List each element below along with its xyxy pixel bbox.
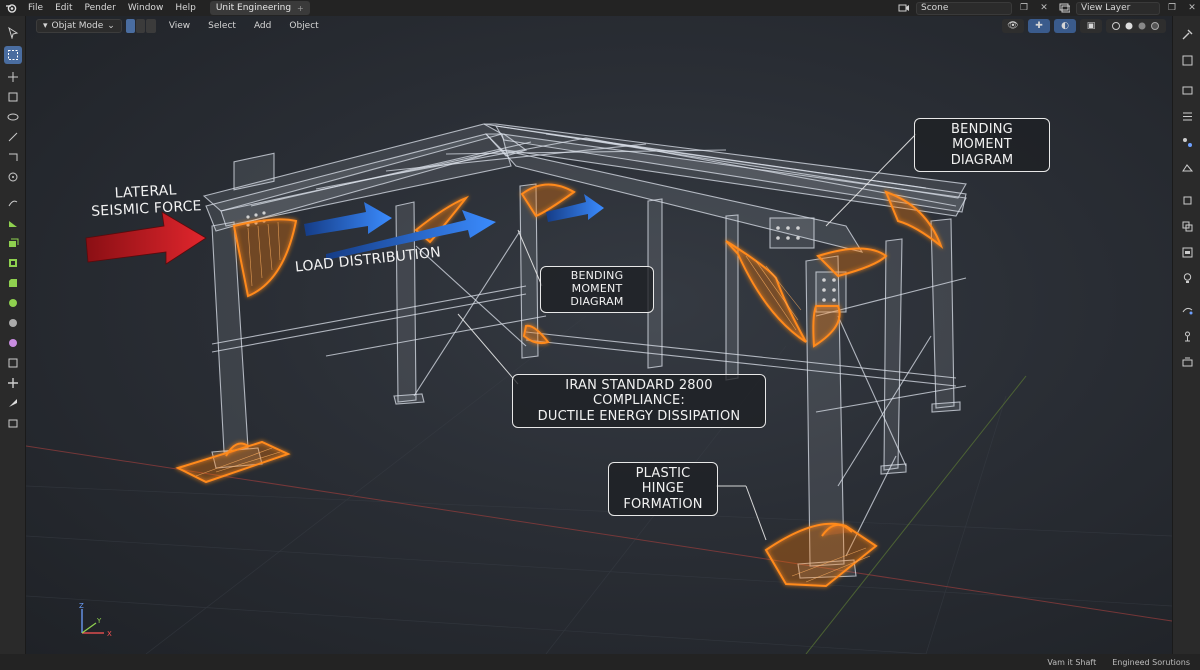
menu-view[interactable]: View bbox=[164, 21, 195, 31]
menu-object[interactable]: Object bbox=[284, 21, 323, 31]
world-properties-icon[interactable] bbox=[1177, 158, 1197, 178]
viewport-header: ▾ Objat Mode ⌄ View Select Add Object 👁 … bbox=[26, 16, 1172, 36]
add-cube-icon[interactable] bbox=[4, 214, 22, 232]
shear-tool-icon[interactable] bbox=[4, 414, 22, 432]
scene-icon[interactable] bbox=[896, 2, 912, 15]
render-properties-icon[interactable] bbox=[1177, 50, 1197, 70]
axis-gizmo[interactable]: Z X Y bbox=[74, 601, 118, 641]
menu-select[interactable]: Select bbox=[203, 21, 241, 31]
object-properties-icon[interactable] bbox=[1177, 190, 1197, 210]
right-toolbar bbox=[1172, 16, 1200, 654]
poly-build-icon[interactable] bbox=[4, 334, 22, 352]
visibility-icon[interactable]: 👁 bbox=[1002, 19, 1024, 33]
iran-standard-callout: IRAN STANDARD 2800 COMPLIANCE: DUCTILE E… bbox=[512, 374, 766, 428]
move-tool-icon[interactable] bbox=[4, 68, 22, 86]
overlay-toggle-icon[interactable]: ◐ bbox=[1054, 19, 1076, 33]
left-toolbar bbox=[0, 16, 26, 654]
measure-tool-icon[interactable] bbox=[4, 148, 22, 166]
cursor-3d-icon[interactable] bbox=[4, 168, 22, 186]
data-properties-icon[interactable] bbox=[1177, 352, 1197, 372]
scene-selector[interactable]: Scone bbox=[916, 1, 1012, 15]
knife-tool-icon[interactable] bbox=[4, 314, 22, 332]
menu-help[interactable]: Help bbox=[169, 3, 202, 13]
shading-modes[interactable] bbox=[1106, 19, 1166, 33]
chevron-down-icon: ⌄ bbox=[107, 21, 115, 31]
scene-name: Scone bbox=[921, 3, 949, 13]
workspace-tab-label: Unit Engineering bbox=[215, 3, 292, 13]
workspace-tab[interactable]: Unit Engineering + bbox=[209, 1, 310, 15]
plastic-hinge-callout: PLASTIC HINGE FORMATION bbox=[608, 462, 718, 516]
blender-logo-icon[interactable] bbox=[0, 0, 22, 16]
mode-icon: ▾ bbox=[43, 21, 48, 31]
ground-grid bbox=[26, 315, 1172, 654]
select-mode-toggles[interactable] bbox=[125, 19, 156, 33]
view-layer-icon[interactable] bbox=[1056, 2, 1072, 15]
smooth-tool-icon[interactable] bbox=[4, 394, 22, 412]
view-layer-properties-icon[interactable] bbox=[1177, 106, 1197, 126]
loop-cut-icon[interactable] bbox=[4, 294, 22, 312]
status-left-text: Vam it Shaft bbox=[1047, 657, 1097, 667]
tool-properties-icon[interactable] bbox=[1177, 24, 1197, 44]
inset-tool-icon[interactable] bbox=[4, 254, 22, 272]
add-workspace-icon[interactable]: + bbox=[297, 4, 304, 13]
menu-window[interactable]: Window bbox=[122, 3, 170, 13]
svg-text:X: X bbox=[107, 630, 112, 638]
delete-view-layer-icon[interactable]: ✕ bbox=[1184, 2, 1200, 15]
scale-tool-icon[interactable] bbox=[4, 88, 22, 106]
delete-scene-icon[interactable]: ✕ bbox=[1036, 2, 1052, 15]
menu-add[interactable]: Add bbox=[249, 21, 276, 31]
status-right-text: Engineed Sorutions bbox=[1112, 657, 1190, 667]
cursor-tool-icon[interactable] bbox=[4, 24, 22, 42]
mode-selector[interactable]: ▾ Objat Mode ⌄ bbox=[36, 19, 122, 33]
menu-file[interactable]: File bbox=[22, 3, 49, 13]
spin-tool-icon[interactable] bbox=[4, 354, 22, 372]
xray-toggle-icon[interactable]: ▣ bbox=[1080, 19, 1102, 33]
draw-tool-icon[interactable] bbox=[4, 194, 22, 212]
select-box-tool-icon[interactable] bbox=[4, 46, 22, 64]
lateral-force-arrow bbox=[85, 211, 207, 265]
modifier-properties-icon[interactable] bbox=[1177, 216, 1197, 236]
rotate-tool-icon[interactable] bbox=[4, 108, 22, 126]
3d-viewport[interactable]: LATERAL SEISMIC FORCE LOAD DISTRIBUTION … bbox=[26, 16, 1172, 654]
top-menu-bar: File Edit Pender Window Help Unit Engine… bbox=[0, 0, 1200, 16]
extrude-tool-icon[interactable] bbox=[4, 234, 22, 252]
bending-moment-callout-top: BENDING MOMENT DIAGRAM bbox=[914, 118, 1050, 172]
transform-tool-icon[interactable] bbox=[4, 374, 22, 392]
svg-text:Z: Z bbox=[79, 602, 84, 610]
menu-render[interactable]: Pender bbox=[79, 3, 122, 13]
bevel-tool-icon[interactable] bbox=[4, 274, 22, 292]
gizmo-toggle-icon[interactable]: ✚ bbox=[1028, 19, 1050, 33]
view-layer-name: View Layer bbox=[1081, 3, 1131, 13]
menu-edit[interactable]: Edit bbox=[49, 3, 78, 13]
status-bar: Vam it Shaft Engineed Sorutions bbox=[0, 654, 1200, 670]
new-scene-icon[interactable]: ❐ bbox=[1016, 2, 1032, 15]
svg-text:Y: Y bbox=[96, 617, 102, 625]
scene-properties-icon[interactable] bbox=[1177, 132, 1197, 152]
constraint-properties-icon[interactable] bbox=[1177, 326, 1197, 346]
bending-moment-callout-mid: BENDING MOMENT DIAGRAM bbox=[540, 266, 654, 313]
annotate-tool-icon[interactable] bbox=[4, 128, 22, 146]
new-view-layer-icon[interactable]: ❐ bbox=[1164, 2, 1180, 15]
physics-properties-icon[interactable] bbox=[1177, 300, 1197, 320]
structure-drawing bbox=[26, 123, 1172, 654]
output-properties-icon[interactable] bbox=[1177, 80, 1197, 100]
mode-label: Objat Mode bbox=[51, 21, 104, 31]
steel-frame bbox=[202, 123, 967, 579]
view-layer-selector[interactable]: View Layer bbox=[1076, 1, 1160, 15]
light-properties-icon[interactable] bbox=[1177, 268, 1197, 288]
particle-properties-icon[interactable] bbox=[1177, 242, 1197, 262]
